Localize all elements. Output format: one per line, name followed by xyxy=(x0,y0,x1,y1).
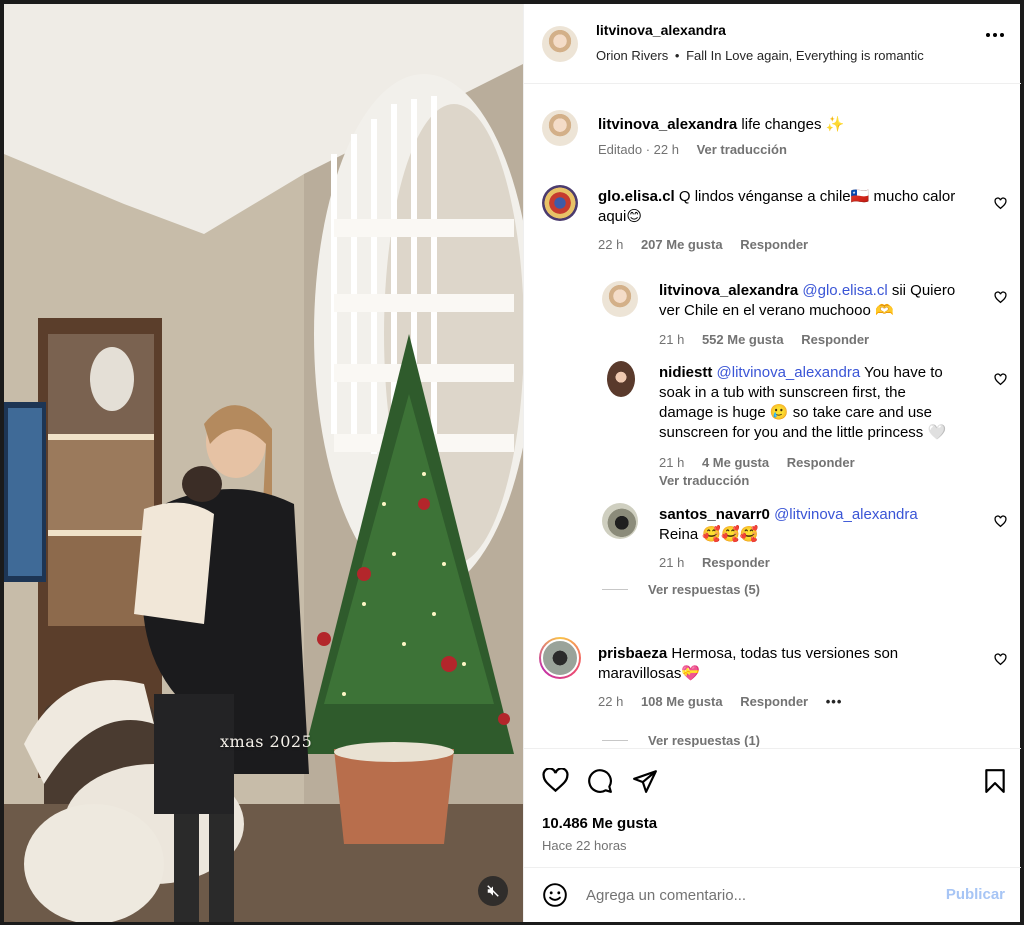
audio-separator: • xyxy=(674,48,680,63)
comment-text: prisbaeza Hermosa, todas tus versiones s… xyxy=(598,644,978,684)
comment-avatar[interactable] xyxy=(542,185,578,221)
reply-reply-button[interactable]: Responder xyxy=(787,455,855,470)
reply-body-line2: Reina 🥰🥰🥰 xyxy=(659,526,759,543)
comment-username[interactable]: glo.elisa.cl xyxy=(598,188,675,205)
comment-body: Hermosa, todas tus versiones son xyxy=(671,645,899,662)
emoji-icon[interactable] xyxy=(542,882,568,908)
reply-like-icon[interactable] xyxy=(994,515,1007,528)
reply-likes[interactable]: 4 Me gusta xyxy=(702,455,769,470)
reply-time: 21 h xyxy=(659,555,685,570)
post-photo xyxy=(4,4,523,922)
author-avatar[interactable] xyxy=(542,26,578,62)
caption-username[interactable]: litvinova_alexandra xyxy=(598,116,737,133)
view-replies-label: Ver respuestas (5) xyxy=(648,582,761,597)
comment-meta: 22 h 108 Me gusta Responder ••• xyxy=(598,694,856,709)
comment-reply-button[interactable]: Responder xyxy=(740,694,808,709)
reply-body: You have to xyxy=(864,364,943,381)
bookmark-icon[interactable] xyxy=(984,768,1006,794)
mute-icon xyxy=(487,885,499,897)
view-replies-line xyxy=(602,589,628,590)
reply-body-line2: soak in a tub with sunscreen first, the xyxy=(659,384,906,401)
caption-edited: Editado · 22 h xyxy=(598,142,679,157)
post-media[interactable]: xmas 2025 xyxy=(4,4,523,922)
comment-icon[interactable] xyxy=(587,768,613,794)
reply-text: santos_navarr0 @litvinova_alexandra Rein… xyxy=(659,505,989,545)
comment-text: glo.elisa.cl Q lindos vénganse a chile🇨🇱… xyxy=(598,187,988,227)
view-replies-line xyxy=(602,740,628,741)
comment-likes[interactable]: 108 Me gusta xyxy=(641,694,723,709)
audio-track[interactable]: Fall In Love again, Everything is romant… xyxy=(686,48,924,63)
reply-body-line4: sunscreen for you and the little princes… xyxy=(659,424,947,441)
comment-meta: 22 h 207 Me gusta Responder xyxy=(598,237,822,252)
share-icon[interactable] xyxy=(632,768,658,794)
reply-avatar[interactable] xyxy=(602,281,638,317)
comments-thread[interactable]: litvinova_alexandra life changes ✨ Edita… xyxy=(524,85,1021,747)
reply-like-icon[interactable] xyxy=(994,373,1007,386)
comment-time: 22 h xyxy=(598,237,624,252)
view-replies-button[interactable]: Ver respuestas (1) xyxy=(602,733,760,747)
comment-composer: Publicar xyxy=(524,867,1021,922)
more-options-icon[interactable] xyxy=(985,32,1005,38)
comment-body: Q lindos vénganse a chile🇨🇱 mucho calor xyxy=(678,188,956,205)
caption-body: life changes ✨ xyxy=(741,116,845,133)
view-replies-button[interactable]: Ver respuestas (5) xyxy=(602,582,760,597)
comment-reply-button[interactable]: Responder xyxy=(740,237,808,252)
comment-like-icon[interactable] xyxy=(994,653,1007,666)
reply-time: 21 h xyxy=(659,332,685,347)
author-username[interactable]: litvinova_alexandra xyxy=(596,22,726,38)
reply-meta: 21 h 4 Me gusta Responder xyxy=(659,455,869,470)
reply-username[interactable]: litvinova_alexandra xyxy=(659,282,798,299)
comment-input[interactable] xyxy=(586,884,926,906)
reply-time: 21 h xyxy=(659,455,685,470)
reply-meta: 21 h Responder xyxy=(659,555,784,570)
reply-text: nidiestt @litvinova_alexandra You have t… xyxy=(659,363,989,443)
comment-body-line2: maravillosas💝 xyxy=(598,665,701,682)
caption-text: litvinova_alexandra life changes ✨ xyxy=(598,115,844,135)
reply-body: sii Quiero xyxy=(891,282,956,299)
post-sidebar: litvinova_alexandra Orion Rivers • Fall … xyxy=(523,4,1021,922)
reply-username[interactable]: santos_navarr0 xyxy=(659,506,770,523)
comment-username[interactable]: prisbaeza xyxy=(598,645,667,662)
reply-like-icon[interactable] xyxy=(994,291,1007,304)
comment-body-line2: aqui😊 xyxy=(598,208,642,225)
caption-translate-link[interactable]: Ver traducción xyxy=(697,142,787,157)
caption-meta: Editado · 22 h Ver traducción xyxy=(598,142,801,157)
reply-mention[interactable]: @glo.elisa.cl xyxy=(802,282,887,299)
reply-text: litvinova_alexandra @glo.elisa.cl sii Qu… xyxy=(659,281,979,321)
comment-likes[interactable]: 207 Me gusta xyxy=(641,237,723,252)
reply-body-line3: damage is huge 🥲 so take care and use xyxy=(659,404,933,421)
reply-meta: 21 h 552 Me gusta Responder xyxy=(659,332,883,347)
comment-like-icon[interactable] xyxy=(994,197,1007,210)
action-bar: 10.486 Me gusta Hace 22 horas xyxy=(524,748,1021,868)
view-replies-label: Ver respuestas (1) xyxy=(648,733,761,747)
post-header: litvinova_alexandra Orion Rivers • Fall … xyxy=(524,4,1021,84)
reply-avatar[interactable] xyxy=(602,503,638,539)
reply-reply-button[interactable]: Responder xyxy=(801,332,869,347)
heart-icon[interactable] xyxy=(542,768,569,793)
reply-username[interactable]: nidiestt xyxy=(659,364,712,381)
publish-button[interactable]: Publicar xyxy=(946,886,1005,903)
comment-time: 22 h xyxy=(598,694,624,709)
reply-mention[interactable]: @litvinova_alexandra xyxy=(774,506,918,523)
audio-artist[interactable]: Orion Rivers xyxy=(596,48,668,63)
mute-button[interactable] xyxy=(478,876,508,906)
comment-avatar[interactable] xyxy=(539,637,581,679)
reply-body-line2: ver Chile en el verano muchooo 🫶 xyxy=(659,302,894,319)
audio-info: Orion Rivers • Fall In Love again, Every… xyxy=(596,48,924,63)
post-timestamp[interactable]: Hace 22 horas xyxy=(542,838,627,853)
reply-translate-link[interactable]: Ver traducción xyxy=(659,473,749,488)
reply-avatar[interactable] xyxy=(607,361,635,397)
comment-more-options[interactable]: ••• xyxy=(826,694,843,709)
reply-likes[interactable]: 552 Me gusta xyxy=(702,332,784,347)
caption-avatar[interactable] xyxy=(542,110,578,146)
reply-reply-button[interactable]: Responder xyxy=(702,555,770,570)
reply-mention[interactable]: @litvinova_alexandra xyxy=(717,364,861,381)
media-overlay-text: xmas 2025 xyxy=(220,732,313,751)
likes-count[interactable]: 10.486 Me gusta xyxy=(542,815,657,832)
